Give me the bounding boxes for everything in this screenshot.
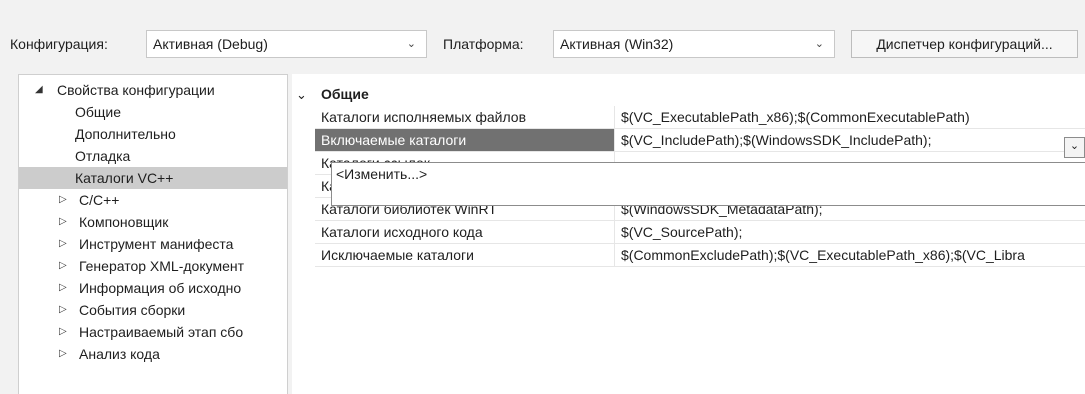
expand-triangle-icon[interactable]: ▷ <box>59 299 67 321</box>
tree-item-label: Генератор XML-документ <box>79 258 245 274</box>
section-title: Общие <box>321 86 369 102</box>
configuration-label: Конфигурация: <box>10 36 108 52</box>
tree-item[interactable]: Каталоги VC++ <box>19 167 287 189</box>
tree-item-label: Информация об исходно <box>79 280 242 296</box>
tree-item-label: Дополнительно <box>75 126 176 142</box>
tree-item[interactable]: ▷ Настраиваемый этап сбо <box>19 321 287 343</box>
tree-item[interactable]: ▷ C/C++ <box>19 189 287 211</box>
property-value[interactable]: $(CommonExcludePath);$(VC_ExecutablePath… <box>615 244 1085 267</box>
tree-item-label: События сборки <box>79 302 186 318</box>
expand-triangle-icon[interactable]: ▷ <box>59 233 67 255</box>
tree-item-label: Общие <box>75 104 122 120</box>
edit-option[interactable]: <Изменить...> <box>336 165 427 183</box>
tree-item-label: C/C++ <box>79 192 120 208</box>
property-row[interactable]: Исключаемые каталоги $(CommonExcludePath)… <box>292 244 1085 267</box>
configuration-select[interactable]: Активная (Debug) ⌄ <box>146 30 427 58</box>
property-grid: ⌄ Общие Каталоги исполняемых файлов $(VC_… <box>292 74 1085 394</box>
platform-label: Платформа: <box>443 36 524 52</box>
property-name: Каталоги исполняемых файлов <box>315 106 615 129</box>
property-row[interactable]: Каталоги исходного кода $(VC_SourcePath); <box>292 221 1085 244</box>
property-tree: ◢ Свойства конфигурации Общие Дополнитель… <box>18 74 288 394</box>
property-name: Каталоги исходного кода <box>315 221 615 244</box>
chevron-down-icon: ⌄ <box>406 38 416 50</box>
expand-triangle-icon[interactable]: ▷ <box>59 211 67 233</box>
expand-triangle-icon[interactable]: ▷ <box>59 321 67 343</box>
tree-item[interactable]: ▷ События сборки <box>19 299 287 321</box>
property-name: Включаемые каталоги <box>315 129 615 152</box>
tree-root-label: Свойства конфигурации <box>57 82 215 98</box>
expand-triangle-icon[interactable]: ▷ <box>59 343 67 365</box>
tree-item-label: Инструмент манифеста <box>79 236 234 252</box>
configuration-value: Активная (Debug) <box>153 36 268 52</box>
tree-item[interactable]: ▷ Анализ кода <box>19 343 287 365</box>
tree-item-label: Настраиваемый этап сбо <box>79 324 244 340</box>
tree-item-label: Отладка <box>75 148 131 164</box>
tree-item[interactable]: Общие <box>19 101 287 123</box>
property-value[interactable]: $(VC_IncludePath);$(WindowsSDK_IncludePa… <box>615 129 1064 152</box>
expand-triangle-icon[interactable]: ▷ <box>59 189 67 211</box>
section-collapse-icon[interactable]: ⌄ <box>296 83 307 106</box>
platform-select[interactable]: Активная (Win32) ⌄ <box>553 30 835 58</box>
expand-triangle-icon[interactable]: ▷ <box>59 277 67 299</box>
property-name: Исключаемые каталоги <box>315 244 615 267</box>
tree-item[interactable]: ▷ Инструмент манифеста <box>19 233 287 255</box>
value-dropdown-popup: <Изменить...> <box>331 162 1085 206</box>
tree-item-label: Анализ кода <box>79 346 160 362</box>
collapse-triangle-icon[interactable]: ◢ <box>35 79 43 101</box>
platform-value: Активная (Win32) <box>560 36 674 52</box>
tree-item[interactable]: Отладка <box>19 145 287 167</box>
section-header[interactable]: ⌄ Общие <box>292 83 1085 106</box>
tree-item[interactable]: ▷ Информация об исходно <box>19 277 287 299</box>
property-value[interactable]: $(VC_ExecutablePath_x86);$(CommonExecuta… <box>615 106 1085 129</box>
property-row[interactable]: Каталоги исполняемых файлов $(VC_Executab… <box>292 106 1085 129</box>
tree-item[interactable]: ▷ Компоновщик <box>19 211 287 233</box>
property-row[interactable]: Включаемые каталоги $(VC_IncludePath);$(W… <box>292 129 1085 152</box>
tree-item-label: Каталоги VC++ <box>75 170 174 186</box>
tree-item-label: Компоновщик <box>79 214 169 230</box>
tree-item[interactable]: ▷ Генератор XML-документ <box>19 255 287 277</box>
chevron-down-icon: ⌄ <box>1069 140 1080 152</box>
property-value[interactable]: $(VC_SourcePath); <box>615 221 1085 244</box>
tree-root-item[interactable]: ◢ Свойства конфигурации <box>19 79 287 101</box>
configuration-manager-button[interactable]: Диспетчер конфигураций... <box>851 30 1078 58</box>
chevron-down-icon: ⌄ <box>814 38 824 50</box>
expand-triangle-icon[interactable]: ▷ <box>59 255 67 277</box>
tree-item[interactable]: Дополнительно <box>19 123 287 145</box>
dropdown-button[interactable]: ⌄ <box>1064 137 1085 158</box>
